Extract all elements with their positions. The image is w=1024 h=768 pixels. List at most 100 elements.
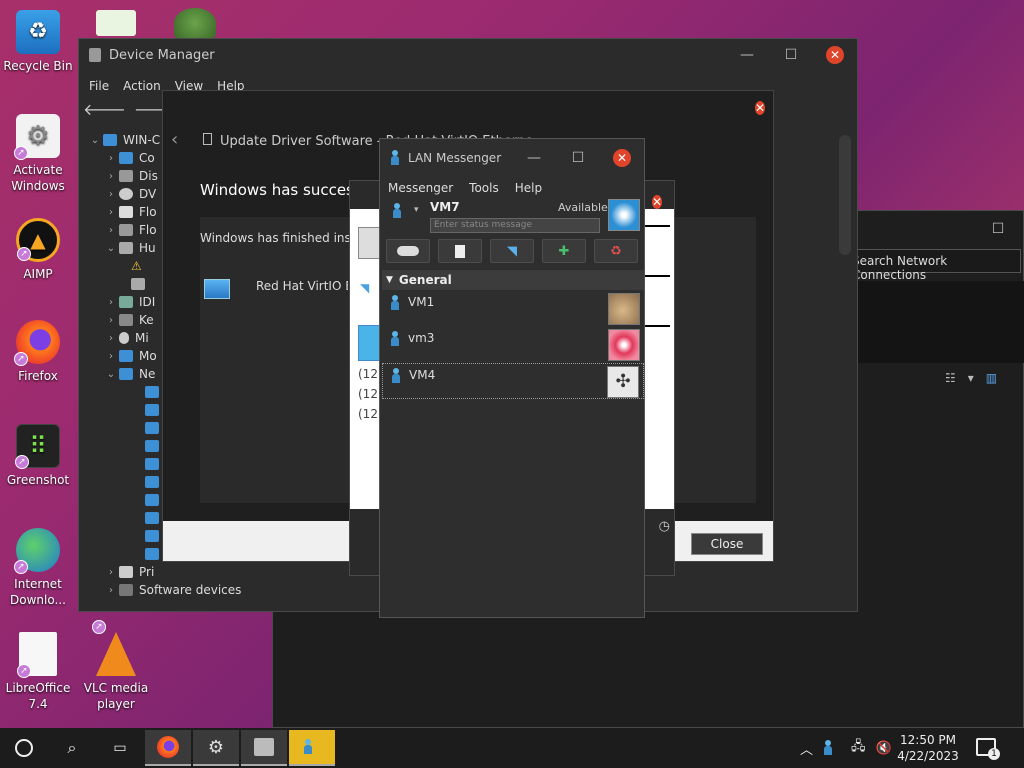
group-name: General [398,273,452,287]
user-status: Available [558,201,608,214]
desktop-icon-activate-windows[interactable]: ⚙ ➚ Activate Windows [0,114,76,194]
driver-icon [203,133,212,145]
desktop-icon-vlc[interactable]: ➚ VLC media player [78,620,154,712]
add-contact-button[interactable]: ✚ [542,239,586,263]
menu-messenger[interactable]: Messenger [388,181,453,195]
device-name: Red Hat VirtIO Ethernet Adapter [256,279,348,293]
pane-icon[interactable]: ▥ [986,371,997,385]
chat-info-icon[interactable]: ◷ [659,519,670,534]
lan-messenger-window[interactable]: LAN Messenger — ☐ ✕ Messenger Tools Help… [379,138,645,618]
window-controls: ☐ [973,211,1023,247]
firefox-icon: ➚ [14,320,60,366]
minimize-button[interactable]: — [512,139,556,177]
menu-help[interactable]: Help [515,181,542,195]
back-arrow-icon[interactable]: ‹ [171,129,178,150]
window-title: Device Manager [109,47,215,63]
network-icon[interactable]: 🖧 [851,737,866,759]
clock-date: 4/22/2023 [897,749,959,763]
lan-messenger-tray-icon[interactable] [823,740,833,756]
notification-badge: 1 [988,748,1000,760]
taskbar-lan-messenger[interactable] [289,730,335,766]
chevron-down-icon[interactable]: ▾ [968,371,974,385]
group-header[interactable]: ▼ General [382,270,644,290]
desktop-icon-label: VLC media player [83,681,149,711]
collapse-icon: ▼ [386,275,393,285]
taskbar-firefox[interactable] [145,730,191,766]
desktop-icon-greenshot[interactable]: ⠿ ➚ Greenshot [0,424,76,488]
network-adapter-icon [145,440,159,452]
tree-item[interactable]: › Pri [87,563,267,581]
start-button[interactable] [0,728,48,768]
lan-messenger-icon [303,739,313,755]
notifications-button[interactable]: 1 [976,738,1000,760]
titlebar[interactable]: Device Manager — ☐ ✕ [79,39,857,71]
contact-item[interactable]: VM1 [382,291,644,327]
taskbar-device-manager[interactable] [241,730,287,766]
globe-download-icon: ➚ [14,528,60,574]
menu-file[interactable]: File [89,79,109,93]
close-button[interactable]: ✕ [813,39,857,71]
desktop-icon-label: Activate Windows [11,163,65,193]
window-title: LAN Messenger [408,151,502,165]
user-avatar[interactable] [608,199,640,231]
desktop-icon-aimp[interactable]: ▲ ➚ AIMP [0,218,76,282]
close-dialog-button[interactable]: Close [691,533,763,555]
refresh-contacts-button[interactable]: ♻ [594,239,638,263]
rss-icon: ◥ [507,243,517,259]
view-icon[interactable]: ☷ [945,371,956,385]
disk-icon [119,170,133,182]
send-file-button[interactable] [438,239,482,263]
desktop-icon-recycle-bin[interactable]: ♻ Recycle Bin [0,10,76,74]
rss-icon: ◥ [360,281,370,295]
contact-name: vm3 [408,331,435,345]
taskbar-settings[interactable]: ⚙ [193,730,239,766]
desktop-icon-libreoffice[interactable]: ➚ LibreOffice 7.4 [0,632,76,712]
network-adapter-icon [145,404,159,416]
task-view-button[interactable]: ▭ [96,728,144,768]
ubuntu-logo-icon [15,739,33,757]
close-button[interactable]: ✕ [754,99,765,117]
status-dropdown-icon[interactable]: ▾ [414,205,419,215]
status-message-field[interactable]: Enter status message [430,218,600,233]
contact-name: VM4 [409,368,436,382]
titlebar[interactable]: LAN Messenger — ☐ ✕ [380,139,644,177]
document-icon: ➚ [17,632,57,678]
dvd-icon [119,188,133,200]
maximize-button[interactable]: ☐ [973,211,1023,247]
contact-item[interactable]: vm3 [382,327,644,363]
notepad-icon[interactable] [96,10,136,36]
taskbar: ⌕ ▭ ⚙ ︿ 🖧 🔇 12:50 PM 4/22/2023 1 [0,728,1024,768]
shortcut-arrow-icon: ➚ [14,146,28,160]
maximize-button[interactable]: ☐ [556,139,600,177]
aimp-icon: ▲ ➚ [16,218,60,262]
close-icon: ✕ [651,195,662,209]
view-options[interactable]: ☷ ▾ ▥ [945,371,997,385]
user-name: VM7 [430,200,460,214]
search-box[interactable]: Search Network Connections [845,249,1021,282]
network-hub-icon: ✣ [615,371,631,392]
menu-action[interactable]: Action [123,79,161,93]
clock[interactable]: 12:50 PM 4/22/2023 [888,732,968,764]
floppy-icon [119,206,133,218]
close-button[interactable]: ✕ [600,139,644,177]
contact-item-selected[interactable]: VM4 ✣ [382,363,644,399]
gear-icon: ⚙ [207,736,225,758]
plant-icon[interactable] [174,8,216,38]
menu-tools[interactable]: Tools [469,181,499,195]
monitor-icon [119,350,133,362]
minimize-button[interactable]: — [725,39,769,71]
scrollbar[interactable] [839,135,851,255]
close-icon: ✕ [754,101,765,115]
desktop-icon-label: Firefox [18,369,58,383]
desktop-icon-firefox[interactable]: ➚ Firefox [0,320,76,384]
messenger-toolbar: ◥ ✚ ♻ [386,239,638,263]
maximize-button[interactable]: ☐ [769,39,813,71]
desktop-icon-internet-download[interactable]: ➚ Internet Downlo... [0,528,76,608]
shortcut-arrow-icon: ➚ [17,664,31,678]
search-button[interactable]: ⌕ [48,728,96,768]
tree-item[interactable]: › Software devices [87,581,267,599]
back-arrow-icon[interactable]: 🡐 [83,99,126,119]
rss-button[interactable]: ◥ [490,239,534,263]
broadcast-button[interactable] [386,239,430,263]
chevron-up-icon[interactable]: ︿ [800,739,813,758]
